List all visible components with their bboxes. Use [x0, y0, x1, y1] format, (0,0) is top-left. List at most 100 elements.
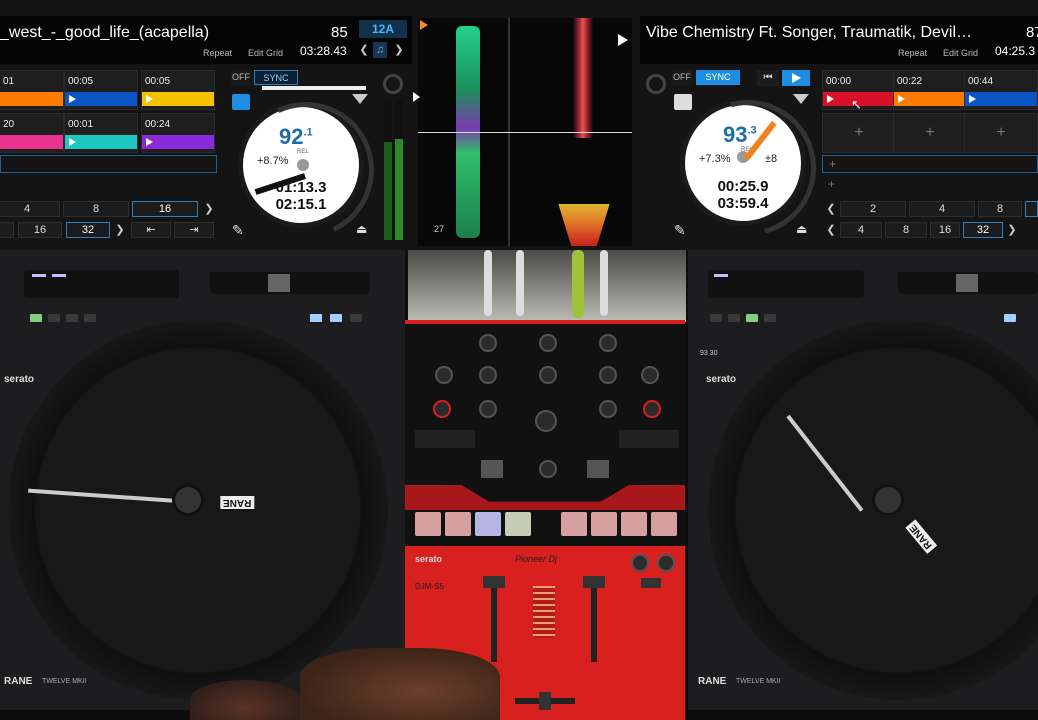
- left-sync-off[interactable]: OFF: [231, 70, 251, 85]
- left-pitch-range-button[interactable]: [350, 314, 362, 322]
- browse-knob[interactable]: [535, 410, 557, 432]
- left-loop-halve-icon[interactable]: ⇤: [131, 222, 171, 238]
- left-mode-button[interactable]: [66, 314, 78, 322]
- left-repeat-label[interactable]: Repeat: [203, 48, 232, 58]
- headphone-cue-knob[interactable]: [631, 554, 649, 572]
- right-performance-pad[interactable]: [651, 512, 677, 536]
- fx-level-knob[interactable]: [539, 460, 557, 478]
- left-loop-double-icon[interactable]: ⇥: [174, 222, 214, 238]
- right-channel-fader[interactable]: [583, 576, 605, 588]
- right-pitch-fader-cap[interactable]: [956, 274, 978, 292]
- right-eject-icon[interactable]: ⏏: [796, 222, 807, 236]
- left-performance-pad[interactable]: [445, 512, 471, 536]
- right-menu-chevron-icon[interactable]: [793, 94, 809, 104]
- left-quantize-icon[interactable]: [232, 94, 250, 110]
- right-empty-cue-pad[interactable]: +: [822, 113, 896, 153]
- right-loop-button[interactable]: 32: [963, 222, 1003, 238]
- right-empty-cue-pad[interactable]: +: [893, 113, 967, 153]
- right-performance-pad[interactable]: [561, 512, 587, 536]
- left-fx-buttons[interactable]: [415, 430, 475, 448]
- left-eject-icon[interactable]: ⏏: [356, 222, 367, 236]
- right-sync-off[interactable]: OFF: [672, 70, 692, 85]
- crossfader-curve-switch[interactable]: [641, 578, 661, 588]
- left-loop-arrow-icon[interactable]: ❯: [113, 222, 127, 238]
- left-cue-pad[interactable]: 00:01: [64, 113, 138, 153]
- right-pitch-slider[interactable]: [898, 272, 1038, 294]
- left-transport-buttons[interactable]: [24, 270, 179, 298]
- left-cue-pad[interactable]: 00:05: [141, 70, 215, 110]
- left-pitch-range-button[interactable]: [310, 314, 322, 322]
- right-skip-back-icon[interactable]: ⏮: [757, 70, 779, 86]
- left-vinyl-mode-icon[interactable]: ✎: [232, 222, 244, 239]
- master-level-knob[interactable]: [539, 334, 557, 352]
- right-pitch-range-button[interactable]: [1004, 314, 1016, 322]
- right-lock-switch[interactable]: [587, 460, 609, 478]
- right-loop-button[interactable]: 2: [840, 201, 906, 217]
- booth-level-knob[interactable]: [539, 366, 557, 384]
- left-mode-button[interactable]: [48, 314, 60, 322]
- left-loop-button[interactable]: 16: [132, 201, 198, 217]
- left-platter[interactable]: RANE: [8, 320, 388, 700]
- left-mid-knob[interactable]: [479, 366, 497, 384]
- right-loop-button[interactable]: 8: [885, 222, 927, 238]
- left-prev-icon[interactable]: ❮: [357, 42, 371, 58]
- left-gain-knob[interactable]: [383, 74, 403, 94]
- right-mode-button[interactable]: [764, 314, 776, 322]
- right-trim-knob[interactable]: [641, 366, 659, 384]
- right-performance-pad[interactable]: [591, 512, 617, 536]
- left-trim-knob[interactable]: [435, 366, 453, 384]
- left-cue-pad[interactable]: 01: [0, 70, 64, 110]
- right-play-button[interactable]: [782, 70, 810, 86]
- left-gain-knob[interactable]: [479, 334, 497, 352]
- right-platter[interactable]: RANE: [708, 320, 1038, 700]
- right-repeat-label[interactable]: Repeat: [898, 48, 927, 58]
- left-loop-button[interactable]: 16: [18, 222, 62, 238]
- right-loop-button[interactable]: 16: [930, 222, 960, 238]
- right-mode-button[interactable]: [728, 314, 740, 322]
- left-pitch-range-button[interactable]: [330, 314, 342, 322]
- left-loop-slot[interactable]: [0, 155, 217, 173]
- right-loop-button[interactable]: [1025, 201, 1038, 217]
- left-mode-button[interactable]: [30, 314, 42, 322]
- right-virtual-platter[interactable]: 93.3 REL +7.3% ±8 00:25.9 03:59.4: [655, 75, 841, 250]
- left-cue-pad[interactable]: 00:05: [64, 70, 138, 110]
- left-performance-pad[interactable]: [415, 512, 441, 536]
- right-sync-button[interactable]: SYNC: [696, 70, 740, 85]
- left-mode-button[interactable]: [84, 314, 96, 322]
- left-performance-pad[interactable]: [475, 512, 501, 536]
- right-transport-buttons[interactable]: [708, 270, 864, 298]
- left-low-knob[interactable]: [479, 400, 497, 418]
- waveform-display[interactable]: 27: [418, 18, 632, 246]
- left-loop-button[interactable]: 32: [66, 222, 110, 238]
- left-pitch-fader-cap[interactable]: [268, 274, 290, 292]
- left-filter-knob[interactable]: [433, 400, 451, 418]
- right-empty-cue-pad[interactable]: +: [964, 113, 1038, 153]
- add-loop-icon[interactable]: +: [828, 177, 835, 191]
- right-filter-knob[interactable]: [643, 400, 661, 418]
- right-fx-buttons[interactable]: [619, 430, 679, 448]
- right-performance-pad[interactable]: [621, 512, 647, 536]
- right-loop-button[interactable]: 8: [978, 201, 1022, 217]
- left-cue-pad[interactable]: 20: [0, 113, 64, 153]
- right-gain-knob[interactable]: [646, 74, 666, 94]
- left-performance-pad[interactable]: [505, 512, 531, 536]
- right-loop-next-icon[interactable]: ❯: [1005, 222, 1019, 238]
- left-loop-button[interactable]: 4: [0, 201, 60, 217]
- left-next-icon[interactable]: ❯: [392, 42, 406, 58]
- left-loop-button[interactable]: 8: [63, 201, 129, 217]
- headphone-level-knob[interactable]: [657, 554, 675, 572]
- right-loop-prev-icon[interactable]: ❮: [824, 222, 838, 238]
- crossfader[interactable]: [539, 692, 551, 710]
- right-mode-button[interactable]: [746, 314, 758, 322]
- right-cue-pad[interactable]: 00:44: [964, 70, 1038, 110]
- right-loop-button[interactable]: 4: [840, 222, 882, 238]
- right-quantize-icon[interactable]: [674, 94, 692, 110]
- left-edit-grid-label[interactable]: Edit Grid: [248, 48, 283, 58]
- right-loop-slot[interactable]: +: [822, 155, 1038, 173]
- right-gain-knob[interactable]: [599, 334, 617, 352]
- right-mode-button[interactable]: [710, 314, 722, 322]
- right-mid-knob[interactable]: [599, 366, 617, 384]
- right-loop-prev-icon[interactable]: ❮: [824, 201, 838, 217]
- right-cue-pad[interactable]: 00:22: [893, 70, 967, 110]
- left-sync-button[interactable]: SYNC: [254, 70, 298, 85]
